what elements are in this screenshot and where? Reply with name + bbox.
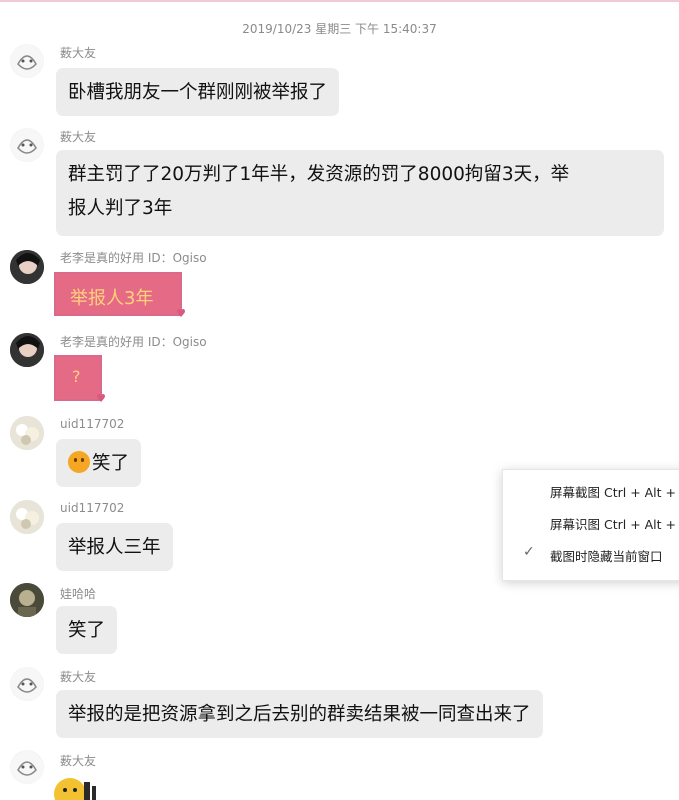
avatar-icon[interactable] [10,44,44,78]
message-bubble[interactable]: 举报的是把资源拿到之后去别的群卖结果被一同查出来了 [56,690,543,738]
avatar-icon[interactable] [10,667,44,701]
sender-name: uid117702 [60,501,125,515]
heart-icon: ♥ [96,392,106,405]
message-text: 笑了 [68,620,106,641]
sticker-text: ? [72,367,81,386]
sticker-image[interactable] [52,772,112,800]
menu-item-hide-window[interactable]: 截图时隐藏当前窗口 [550,546,663,565]
message-bubble[interactable]: 卧槽我朋友一个群刚刚被举报了 [56,68,340,116]
message-text: 卧槽我朋友一个群刚刚被举报了 [68,82,328,103]
menu-item-screen-recognition[interactable]: 屏幕识图 Ctrl + Alt + [550,514,676,533]
message-text-line: 群主罚了了20万判了1年半，发资源的罚了8000拘留3天，举 [68,164,570,185]
sender-name: 薮大友 [60,130,97,144]
sender-name: 薮大友 [60,46,97,60]
message-bubble[interactable]: 举报人三年 [56,523,173,571]
sticker-text: 举报人3年 [70,288,154,309]
message-bubble[interactable]: 笑了 [56,606,118,654]
avatar-icon[interactable] [10,583,44,617]
avatar-icon[interactable] [10,416,44,450]
sender-name: 薮大友 [60,670,97,684]
avatar-icon[interactable] [10,250,44,284]
avatar-icon[interactable] [10,128,44,162]
sender-name: 薮大友 [60,754,97,768]
menu-item-screenshot[interactable]: 屏幕截图 Ctrl + Alt + [550,482,676,501]
sender-name: 老李是真的好用 ID：Ogiso [60,251,207,265]
message-text: 笑了 [92,453,130,474]
avatar-icon[interactable] [10,750,44,784]
sender-name: 老李是真的好用 ID：Ogiso [60,335,207,349]
message-text: 举报人三年 [68,537,161,558]
message-text: 举报的是把资源拿到之后去别的群卖结果被一同查出来了 [68,704,531,725]
sender-name: 娃哈哈 [60,587,97,601]
sticker-image[interactable]: ? ♥ [54,355,106,405]
avatar-icon[interactable] [10,500,44,534]
message-bubble[interactable]: 群主罚了了20万判了1年半，发资源的罚了8000拘留3天，举 报人判了3年 [56,150,664,236]
avatar-icon[interactable] [10,333,44,367]
emoji-face-icon [68,451,90,473]
message-text-line: 报人判了3年 [68,198,173,219]
top-divider [0,0,679,2]
sticker-image[interactable]: 举报人3年 ♥ [54,272,186,320]
chat-timestamp: 2019/10/23 星期三 下午 15:40:37 [242,22,437,36]
sender-name: uid117702 [60,417,125,431]
heart-icon: ♥ [176,307,186,320]
message-bubble[interactable]: 笑了 [56,439,142,487]
checkmark-icon: ✓ [523,544,535,560]
context-menu: 屏幕截图 Ctrl + Alt + 屏幕识图 Ctrl + Alt + ✓ 截图… [502,469,679,581]
